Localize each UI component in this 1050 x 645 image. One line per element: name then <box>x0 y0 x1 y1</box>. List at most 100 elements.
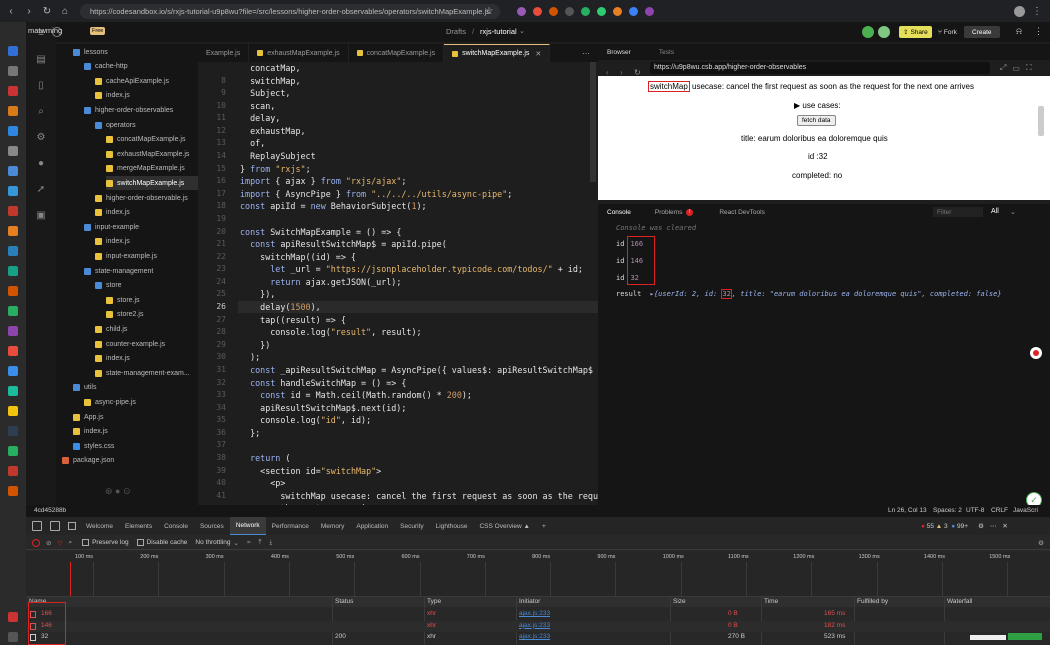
encoding[interactable]: UTF-8 <box>966 507 984 514</box>
app-icon[interactable] <box>8 266 18 276</box>
app-icon[interactable] <box>8 126 18 136</box>
column-header[interactable]: Initiator <box>519 598 540 605</box>
devtools-tab[interactable]: Sources <box>194 517 230 535</box>
editor-scrollbar[interactable] <box>590 62 596 182</box>
file-item[interactable]: index.js <box>73 425 108 439</box>
close-icon[interactable]: ✕ <box>535 50 541 58</box>
folder-item[interactable]: store <box>95 279 122 293</box>
extension-icon[interactable] <box>533 6 542 16</box>
add-tab-icon[interactable]: + <box>536 517 552 535</box>
wifi-icon[interactable]: ≈ <box>247 539 251 546</box>
log-level-select[interactable]: All <box>991 208 999 215</box>
dock-icon[interactable] <box>68 522 76 530</box>
app-icon[interactable] <box>8 246 18 256</box>
files-icon[interactable]: ▤ <box>35 54 47 66</box>
folder-item[interactable]: cache-http <box>84 60 128 74</box>
reload-icon[interactable]: ↻ <box>40 4 54 18</box>
more-icon[interactable]: ⋯ <box>582 49 590 58</box>
extension-icon[interactable] <box>549 6 558 16</box>
app-icon[interactable] <box>8 86 18 96</box>
create-button[interactable]: Create <box>964 26 1000 38</box>
rocket-icon[interactable]: ➚ <box>35 184 47 196</box>
app-icon[interactable] <box>8 206 18 216</box>
extension-icon[interactable] <box>517 6 526 16</box>
workspace-name[interactable]: matwming <box>28 26 62 35</box>
app-icon[interactable] <box>8 106 18 116</box>
app-icon[interactable] <box>8 466 18 476</box>
file-item[interactable]: async-pipe.js <box>84 395 136 409</box>
devtools-tab[interactable]: Memory <box>315 517 350 535</box>
folder-item[interactable]: input-example <box>84 220 139 234</box>
gear-icon[interactable]: ⚙ <box>35 132 47 144</box>
search-icon[interactable]: ⌕ <box>35 106 47 118</box>
throttling-select[interactable]: No throttling <box>195 539 230 546</box>
extension-icon[interactable] <box>565 6 574 16</box>
app-icon[interactable] <box>8 486 18 496</box>
open-new-icon[interactable]: ⤢ <box>1000 63 1006 73</box>
record-icon[interactable] <box>1030 347 1042 359</box>
editor-tab[interactable]: exhaustMapExample.js <box>249 44 349 62</box>
cursor-position[interactable]: Ln 26, Col 13 <box>888 507 927 514</box>
extension-icon[interactable] <box>597 6 606 16</box>
app-icon[interactable] <box>8 346 18 356</box>
project-name[interactable]: rxjs-tutorial <box>480 27 517 36</box>
overview-timeline[interactable]: 100 ms 200 ms 300 ms 400 ms 500 ms 600 ms 700 … <box>26 552 1050 602</box>
devtools-tab[interactable]: Welcome <box>80 517 119 535</box>
app-icon[interactable] <box>8 366 18 376</box>
file-item[interactable]: exhaustMapExample.js <box>106 147 189 161</box>
home-icon[interactable]: ⌂ <box>58 4 72 18</box>
more-icon[interactable]: ⋮ <box>1030 4 1044 18</box>
indent-setting[interactable]: Spaces: 2 <box>933 507 962 514</box>
file-item[interactable]: store2.js <box>106 308 143 322</box>
file-item[interactable]: index.js <box>95 235 130 249</box>
column-header[interactable]: Size <box>673 598 686 605</box>
column-header[interactable]: Fulfilled by <box>857 598 888 605</box>
file-item[interactable]: cacheApiExample.js <box>95 74 169 88</box>
app-icon[interactable] <box>8 446 18 456</box>
app-icon[interactable] <box>8 612 18 622</box>
folder-item[interactable]: lessons <box>73 45 108 59</box>
file-item[interactable]: concatMapExample.js <box>106 133 185 147</box>
code-editor[interactable]: concatMap, 8 switchMap, 9 Subject, 10 scan,… <box>198 62 598 505</box>
chevron-down-icon[interactable]: ⌄ <box>519 27 525 35</box>
folder-item[interactable]: utils <box>73 381 96 395</box>
file-item[interactable]: index.js <box>95 206 130 220</box>
app-icon[interactable] <box>8 226 18 236</box>
notification-icon[interactable]: ⍾ <box>1016 26 1022 37</box>
upload-icon[interactable]: ⤒ <box>259 539 262 547</box>
bookmark-star-icon[interactable]: ☆ <box>482 4 496 18</box>
app-icon[interactable] <box>8 386 18 396</box>
app-icon[interactable] <box>8 632 18 642</box>
app-icon[interactable] <box>8 46 18 56</box>
download-icon[interactable]: ⤓ <box>269 539 272 547</box>
github-icon[interactable]: ● <box>35 158 47 170</box>
more-icon[interactable]: ⋮ <box>1034 26 1043 37</box>
cell-initiator[interactable]: ajax.js:233 <box>519 622 550 629</box>
tab-console[interactable]: Console <box>607 209 631 216</box>
chevron-down-icon[interactable]: ⌄ <box>233 539 238 547</box>
gear-icon[interactable]: ⚙ <box>1038 539 1044 547</box>
address-bar[interactable]: https://codesandbox.io/s/rxjs-tutorial-u… <box>80 3 500 19</box>
devtools-tab[interactable]: Performance <box>266 517 315 535</box>
file-item[interactable]: index.js <box>95 89 130 103</box>
breadcrumb-parent[interactable]: Drafts <box>446 27 466 36</box>
dependencies-icon[interactable]: ▣ <box>35 210 47 222</box>
app-icon[interactable] <box>8 186 18 196</box>
file-item[interactable]: store.js <box>106 293 140 307</box>
chevron-down-icon[interactable]: ⌄ <box>1010 208 1016 216</box>
file-item[interactable]: child.js <box>95 322 127 336</box>
app-icon[interactable] <box>8 406 18 416</box>
devtools-tab[interactable]: Security <box>394 517 429 535</box>
responsive-icon[interactable]: ▭ <box>1012 64 1020 73</box>
collaborator-avatar[interactable] <box>878 26 890 38</box>
devtools-tab[interactable]: Network <box>229 517 266 535</box>
editor-tab[interactable]: Example.js <box>198 44 250 62</box>
eol[interactable]: CRLF <box>991 507 1008 514</box>
extension-icon[interactable] <box>613 6 622 16</box>
file-item[interactable]: index.js <box>95 352 130 366</box>
tab-browser[interactable]: Browser <box>607 49 631 56</box>
app-icon[interactable] <box>8 426 18 436</box>
folder-item[interactable]: state-management <box>84 264 153 278</box>
fetch-data-button[interactable]: fetch data <box>797 115 836 126</box>
profile-avatar[interactable] <box>1012 4 1026 18</box>
